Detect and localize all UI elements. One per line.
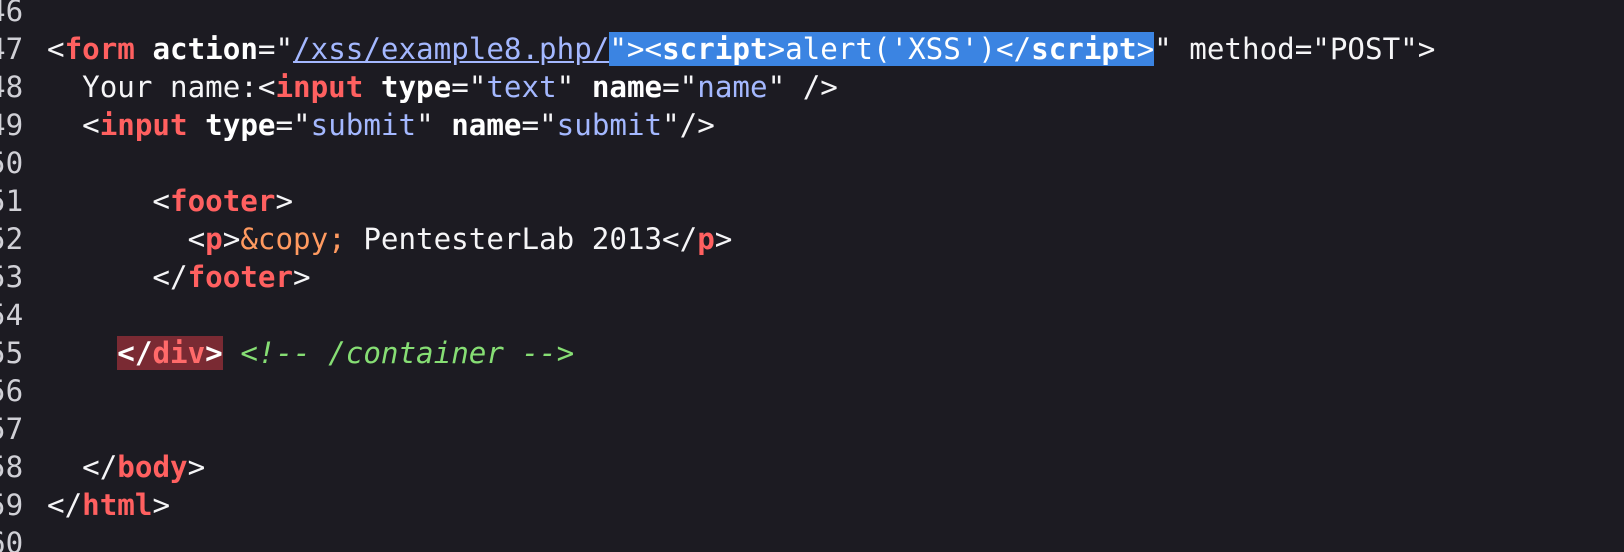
tag-name-body-close: body	[117, 450, 188, 484]
footer-text: PentesterLab 2013</	[345, 222, 698, 256]
tag-name-html-close: html	[82, 488, 153, 522]
sel-quote: ">	[609, 32, 645, 66]
html-entity-copy: &copy;	[240, 222, 346, 256]
attr-value-text: text	[486, 70, 557, 104]
tag-name-footer: footer	[170, 184, 276, 218]
selected-injected-payload[interactable]: "><script>alert('XSS')</script>	[609, 32, 1155, 66]
source-line-60: 60	[0, 524, 1435, 552]
source-code: 46 47<form action="/xss/example8.php/"><…	[0, 0, 1435, 552]
punct: >	[222, 222, 241, 256]
tag-name-input: input	[99, 108, 188, 142]
sel-alert-text: >alert('XSS')</	[767, 32, 1032, 66]
action-url-link[interactable]: /xss/example8.php/	[293, 32, 609, 66]
tag-name-p: p	[205, 222, 223, 256]
punct: >	[205, 336, 223, 370]
punct: <	[47, 184, 171, 218]
attr-type: type	[380, 70, 452, 104]
line-number: 58	[0, 450, 24, 484]
attr-action: action	[152, 32, 258, 66]
punct: "	[556, 70, 592, 104]
source-line-56: 56	[0, 372, 1435, 410]
line-number: 60	[0, 526, 24, 552]
punct: <	[47, 222, 206, 256]
unmatched-close-tag-highlight: </div>	[117, 336, 223, 370]
line-number: 55	[0, 336, 24, 370]
punct: </	[47, 488, 83, 522]
punct: " />	[767, 70, 838, 104]
line-number: 46	[0, 0, 24, 28]
punct: ="	[662, 70, 698, 104]
punct: >	[293, 260, 311, 294]
line-number: 52	[0, 222, 24, 256]
punct: >	[187, 450, 206, 484]
punct: "/>	[662, 108, 715, 142]
source-line-59: 59 </html>	[0, 486, 1435, 524]
line-number: 47	[0, 32, 24, 66]
line-number: 49	[0, 108, 24, 142]
line-number: 50	[0, 146, 24, 180]
source-line-58: 58 </body>	[0, 448, 1435, 486]
line-number: 57	[0, 412, 24, 446]
attr-value-submit: submit	[310, 108, 417, 142]
html-comment: <!-- /container -->	[240, 336, 575, 370]
tag-name-p-close: p	[697, 222, 715, 256]
sel-script-close-tag: script	[1031, 32, 1137, 66]
line-number: 54	[0, 298, 24, 332]
punct: ="	[257, 32, 294, 66]
punct: </	[117, 336, 153, 370]
source-line-47: 47<form action="/xss/example8.php/"><scr…	[0, 30, 1435, 68]
source-line-57: 57	[0, 410, 1435, 448]
tag-name-footer-close: footer	[187, 260, 294, 294]
attr-value-submit: submit	[556, 108, 663, 142]
attr-name: name	[451, 108, 522, 142]
punct: </	[47, 450, 118, 484]
punct: ="	[521, 108, 557, 142]
punct: >	[275, 184, 294, 218]
source-line-48: 48 Your name:<input type="text" name="na…	[0, 68, 1435, 106]
attr-value-name: name	[697, 70, 768, 104]
tag-name-form: form	[64, 32, 135, 66]
attr-name: name	[591, 70, 663, 104]
punct: <	[47, 32, 65, 66]
source-line-55: 55 </div> <!-- /container -->	[0, 334, 1435, 372]
sel-script-tag: script	[662, 32, 768, 66]
punct: <	[47, 108, 100, 142]
line-number: 56	[0, 374, 24, 408]
line-number: 51	[0, 184, 24, 218]
line-number: 48	[0, 70, 24, 104]
source-line-53: 53 </footer>	[0, 258, 1435, 296]
source-line-52: 52 <p>&copy; PentesterLab 2013</p>	[0, 220, 1435, 258]
line-number: 53	[0, 260, 24, 294]
punct: "	[416, 108, 452, 142]
source-line-54: 54	[0, 296, 1435, 334]
form-method-text: " method="POST">	[1154, 32, 1436, 66]
line-number: 59	[0, 488, 24, 522]
tag-name-input: input	[275, 70, 364, 104]
sel-gt: >	[1136, 32, 1155, 66]
attr-type: type	[205, 108, 276, 142]
punct: ="	[275, 108, 311, 142]
punct: </	[47, 260, 188, 294]
view-source-viewer: 46 47<form action="/xss/example8.php/"><…	[0, 0, 1624, 552]
source-line-49: 49 <input type="submit" name="submit"/>	[0, 106, 1435, 144]
punct: ="	[451, 70, 487, 104]
punct: >	[152, 488, 171, 522]
punct: >	[714, 222, 733, 256]
label-text: Your name:<	[47, 70, 276, 104]
tag-name-div-close: div	[152, 336, 206, 370]
sel-lt: <	[644, 32, 663, 66]
source-line-46: 46	[0, 0, 1435, 30]
source-line-51: 51 <footer>	[0, 182, 1435, 220]
source-line-50: 50	[0, 144, 1435, 182]
